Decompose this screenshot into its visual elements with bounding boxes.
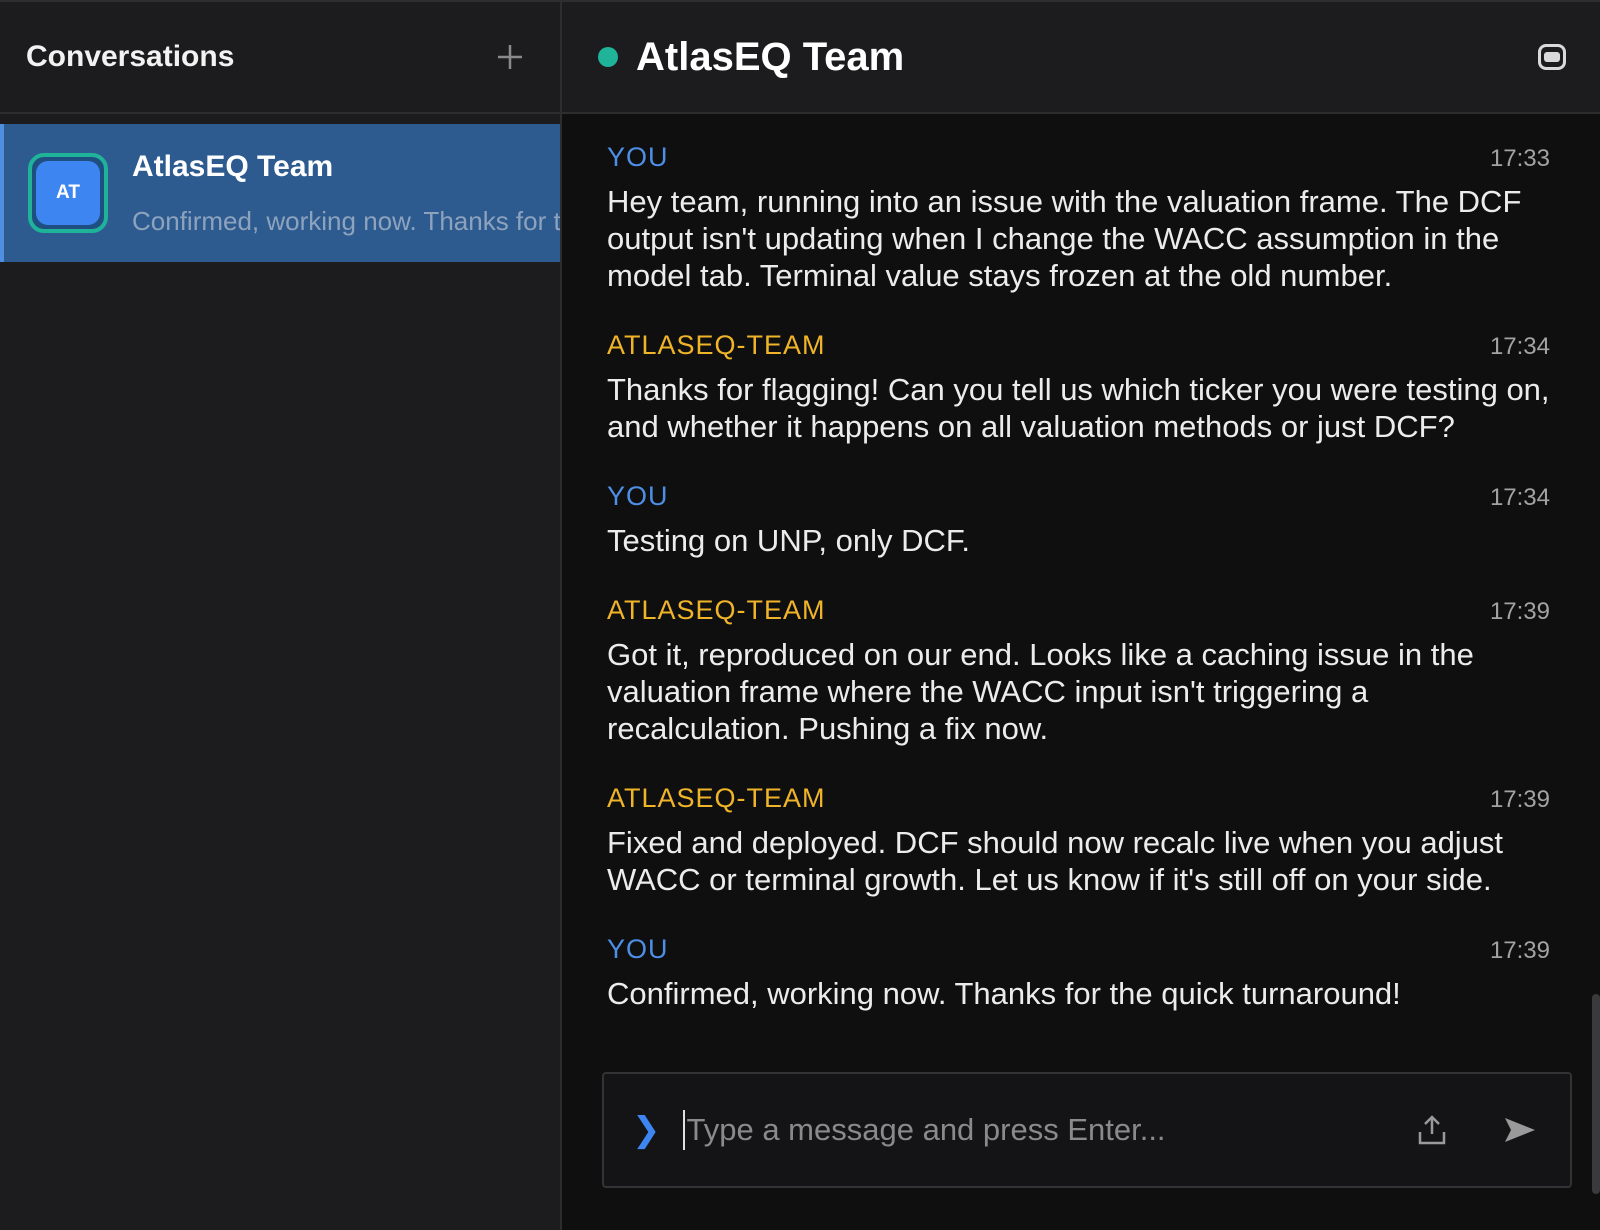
message: ATLASEQ-TEAM 17:39 Fixed and deployed. D… <box>607 783 1550 898</box>
app-window: Conversations AT AtlasEQ Team Confirmed,… <box>0 0 1600 1230</box>
message-text: Got it, reproduced on our end. Looks lik… <box>607 637 1474 746</box>
upload-icon <box>1418 1115 1446 1145</box>
message-time: 17:39 <box>1489 786 1550 813</box>
avatar-initials: AT <box>36 161 100 225</box>
chat-header: AtlasEQ Team <box>562 2 1600 114</box>
plus-icon <box>498 45 522 69</box>
message-time: 17:34 <box>1489 333 1550 360</box>
message-time: 17:33 <box>1489 145 1550 172</box>
message-header: ATLASEQ-TEAM 17:39 <box>607 783 1550 823</box>
online-status-dot <box>598 47 618 67</box>
message-text: Confirmed, working now. Thanks for the q… <box>607 976 1401 1011</box>
message-text: Fixed and deployed. DCF should now recal… <box>607 825 1504 897</box>
message-sender: YOU <box>607 481 669 511</box>
message-scrollbar[interactable] <box>1592 994 1600 1194</box>
message: ATLASEQ-TEAM 17:34 Thanks for flagging! … <box>607 330 1550 445</box>
conversation-preview: Confirmed, working now. Thanks for the q… <box>132 205 560 236</box>
message-header: ATLASEQ-TEAM 17:39 <box>607 595 1550 635</box>
chat-title: AtlasEQ Team <box>636 34 905 79</box>
conversation-list: AT AtlasEQ Team Confirmed, working now. … <box>0 114 560 262</box>
message-sender: YOU <box>607 934 669 964</box>
upload-button[interactable] <box>1410 1108 1454 1152</box>
message-header: YOU 17:34 <box>607 481 1550 521</box>
message-header: YOU 17:33 <box>607 142 1550 182</box>
sidebar: Conversations AT AtlasEQ Team Confirmed,… <box>0 2 562 1230</box>
sidebar-title: Conversations <box>26 40 235 73</box>
message-composer: ❯ <box>602 1072 1572 1188</box>
message-header: ATLASEQ-TEAM 17:34 <box>607 330 1550 370</box>
send-button[interactable] <box>1498 1108 1542 1152</box>
message: ATLASEQ-TEAM 17:39 Got it, reproduced on… <box>607 595 1550 747</box>
message-sender: ATLASEQ-TEAM <box>607 330 826 360</box>
message-text: Hey team, running into an issue with the… <box>607 184 1522 293</box>
chevron-right-icon: ❯ <box>632 1111 661 1149</box>
chat-options-button[interactable] <box>1538 44 1566 70</box>
conversation-item-atlaseq-team[interactable]: AT AtlasEQ Team Confirmed, working now. … <box>0 124 560 262</box>
chat-bubble-icon <box>1544 52 1560 62</box>
message-sender: ATLASEQ-TEAM <box>607 783 826 813</box>
message-header: YOU 17:39 <box>607 934 1550 974</box>
conversation-text: AtlasEQ Team Confirmed, working now. Tha… <box>132 150 560 237</box>
message: YOU 17:39 Confirmed, working now. Thanks… <box>607 934 1550 1012</box>
message-sender: YOU <box>607 142 669 172</box>
new-conversation-button[interactable] <box>490 37 530 77</box>
message-input[interactable] <box>682 1110 1366 1150</box>
avatar: AT <box>28 153 108 233</box>
message-time: 17:39 <box>1489 598 1550 625</box>
message: YOU 17:34 Testing on UNP, only DCF. <box>607 481 1550 559</box>
message-time: 17:39 <box>1489 937 1550 964</box>
message-time: 17:34 <box>1489 484 1550 511</box>
message-text: Testing on UNP, only DCF. <box>607 523 970 558</box>
message-list[interactable]: YOU 17:33 Hey team, running into an issu… <box>562 114 1600 1230</box>
message-text: Thanks for flagging! Can you tell us whi… <box>607 372 1550 444</box>
sidebar-header: Conversations <box>0 2 560 114</box>
chat-panel: AtlasEQ Team YOU 17:33 Hey team, running… <box>562 2 1600 1230</box>
conversation-name: AtlasEQ Team <box>132 149 334 183</box>
message-sender: ATLASEQ-TEAM <box>607 595 826 625</box>
send-icon <box>1505 1118 1535 1142</box>
message: YOU 17:33 Hey team, running into an issu… <box>607 142 1550 294</box>
